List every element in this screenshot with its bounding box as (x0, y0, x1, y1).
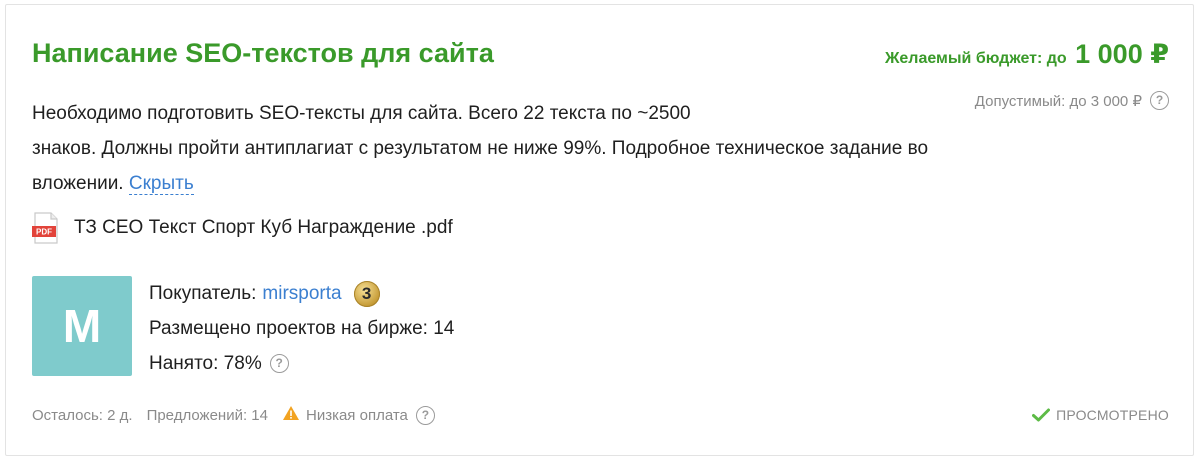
buyer-name-link[interactable]: mirsporta (262, 276, 341, 311)
description-line: знаков. Должны пройти антиплагиат с резу… (32, 138, 929, 159)
buyer-info: Покупатель: mirsporta 3 Размещено проект… (149, 276, 454, 381)
projects-posted: Размещено проектов на бирже: 14 (149, 318, 455, 339)
buyer-label: Покупатель: (149, 283, 257, 304)
svg-text:PDF: PDF (36, 228, 52, 237)
time-left: Осталось: 2 д. (32, 406, 133, 424)
description-line-text: вложении. (32, 173, 124, 194)
description-line: Необходимо подготовить SEO-тексты для са… (32, 103, 691, 124)
desired-budget: Желаемый бюджет: до 1 000 ₽ (885, 39, 1169, 70)
attachment[interactable]: PDF ТЗ СЕО Текст Спорт Куб Награждение .… (32, 212, 453, 244)
help-icon[interactable]: ? (415, 405, 435, 425)
help-icon[interactable]: ? (1150, 91, 1169, 110)
desired-budget-amount: 1 000 ₽ (1075, 39, 1169, 69)
project-footer: Осталось: 2 д. Предложений: 14 Низкая оп… (32, 405, 435, 425)
hired-row: Нанято: 78% ? (149, 346, 454, 381)
buyer-row: Покупатель: mirsporta 3 (149, 276, 454, 311)
viewed-status: ПРОСМОТРЕНО (1032, 407, 1169, 423)
warning-icon (282, 405, 300, 425)
viewed-status-text: ПРОСМОТРЕНО (1056, 407, 1169, 423)
pdf-icon: PDF (32, 212, 60, 244)
description-line-last: вложении. Скрыть (32, 166, 1132, 201)
hide-description-link[interactable]: Скрыть (128, 174, 194, 195)
low-pay-label: Низкая оплата (305, 406, 408, 424)
level-badge-icon[interactable]: 3 (353, 280, 380, 307)
check-icon (1032, 408, 1051, 422)
attachment-name[interactable]: ТЗ СЕО Текст Спорт Куб Награждение .pdf (74, 217, 453, 239)
hired-percent: Нанято: 78% (149, 353, 262, 374)
desired-budget-label: Желаемый бюджет: до (884, 50, 1067, 67)
project-description: Необходимо подготовить SEO-тексты для са… (32, 96, 1132, 201)
help-icon[interactable]: ? (269, 354, 289, 373)
project-title[interactable]: Написание SEO-текстов для сайта (32, 38, 494, 69)
avatar[interactable]: M (32, 276, 132, 376)
offers-count: Предложений: 14 (146, 406, 268, 424)
project-card: Написание SEO-текстов для сайта Желаемый… (5, 4, 1194, 456)
